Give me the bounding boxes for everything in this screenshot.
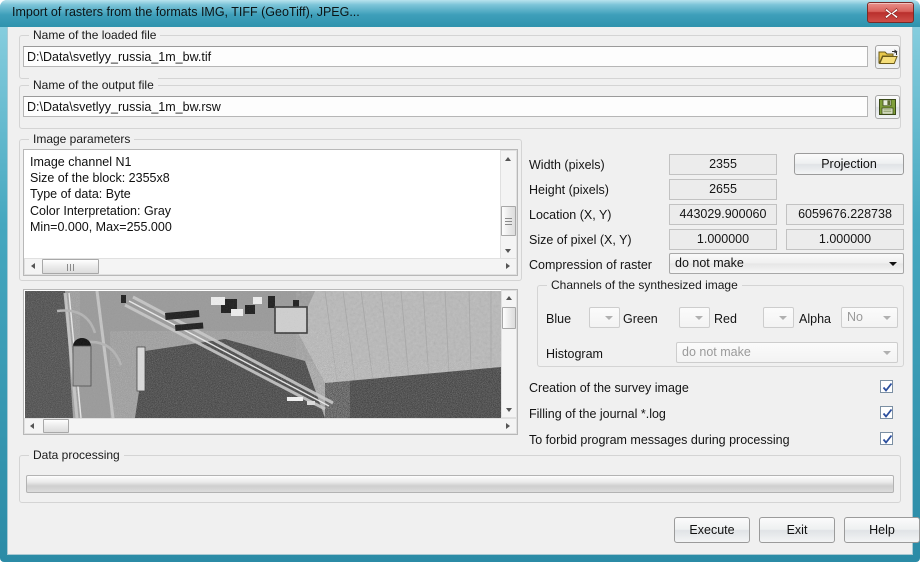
aerial-preview-image xyxy=(25,291,501,418)
green-channel-select[interactable] xyxy=(679,307,710,328)
location-label: Location (X, Y) xyxy=(529,208,612,222)
option-label-forbid-messages: To forbid program messages during proces… xyxy=(529,433,790,447)
red-channel-select[interactable] xyxy=(763,307,794,328)
param-line: Size of the block: 2355x8 xyxy=(30,171,170,186)
chevron-down-icon xyxy=(883,350,891,355)
param-line: Min=0.000, Max=255.000 xyxy=(30,219,172,234)
image-parameters-group-label: Image parameters xyxy=(29,132,135,146)
execute-button[interactable]: Execute xyxy=(674,517,750,543)
chevron-down-icon xyxy=(695,315,703,320)
chevron-down-icon xyxy=(605,315,613,320)
title-bar: Import of rasters from the formats IMG, … xyxy=(0,0,920,27)
compression-select[interactable]: do not make xyxy=(669,253,904,274)
params-scroll-thumb[interactable] xyxy=(501,206,516,236)
preview-scroll-right-arrow[interactable] xyxy=(502,419,516,433)
aerial-photo-graphic xyxy=(25,291,501,418)
blue-channel-label: Blue xyxy=(546,312,572,326)
scroll-up-arrow[interactable] xyxy=(501,151,516,166)
output-file-input[interactable]: D:\Data\svetlyy_russia_1m_bw.rsw xyxy=(23,96,868,117)
compression-label: Compression of raster xyxy=(529,258,652,272)
preview-scroll-up-arrow[interactable] xyxy=(502,291,516,305)
chevron-down-icon xyxy=(889,261,897,266)
param-line: Color Interpretation: Gray xyxy=(30,203,172,218)
height-label: Height (pixels) xyxy=(529,183,609,197)
location-y-value[interactable]: 6059676.228738 xyxy=(786,204,904,225)
save-output-file-button[interactable] xyxy=(875,95,900,119)
check-icon xyxy=(882,434,893,444)
checkbox-filling-of-journal-log[interactable] xyxy=(880,406,893,419)
dialog-client-area: Name of the loaded file D:\Data\svetlyy_… xyxy=(7,27,920,555)
param-line: Type of data: Byte xyxy=(30,187,131,202)
histogram-select[interactable]: do not make xyxy=(676,342,898,363)
check-icon xyxy=(882,408,893,418)
width-value[interactable]: 2355 xyxy=(669,154,777,175)
image-parameters-listbox[interactable]: Image channel N1 Size of the block: 2355… xyxy=(23,149,518,276)
param-line: Image channel N1 xyxy=(30,155,132,169)
option-label-survey-image: Creation of the survey image xyxy=(529,381,689,395)
data-processing-group-label: Data processing xyxy=(29,448,124,462)
pixel-size-label: Size of pixel (X, Y) xyxy=(529,233,632,247)
scroll-down-arrow[interactable] xyxy=(501,244,516,259)
close-button[interactable] xyxy=(867,2,914,23)
help-button[interactable]: Help xyxy=(844,517,920,543)
channels-group-label: Channels of the synthesized image xyxy=(547,278,742,292)
alpha-channel-value: No xyxy=(847,310,863,324)
projection-button[interactable]: Projection xyxy=(794,153,904,175)
close-icon xyxy=(884,8,899,19)
browse-loaded-file-button[interactable] xyxy=(875,45,900,69)
image-parameters-lines: Image channel N1 Size of the block: 2355… xyxy=(24,154,498,235)
checkbox-forbid-program-messages[interactable] xyxy=(880,432,893,445)
histogram-value: do not make xyxy=(682,345,751,359)
window-title: Import of rasters from the formats IMG, … xyxy=(12,5,360,19)
histogram-label: Histogram xyxy=(546,347,603,361)
floppy-disk-save-icon xyxy=(879,99,896,115)
chevron-down-icon xyxy=(883,315,891,320)
blue-channel-select[interactable] xyxy=(589,307,620,328)
scroll-right-arrow[interactable] xyxy=(501,259,516,274)
height-value[interactable]: 2655 xyxy=(669,179,777,200)
alpha-channel-select[interactable]: No xyxy=(841,307,898,328)
params-horizontal-scrollbar[interactable] xyxy=(24,258,517,275)
pixel-size-y-value[interactable]: 1.000000 xyxy=(786,229,904,250)
image-preview-frame[interactable] xyxy=(23,289,518,435)
alpha-channel-label: Alpha xyxy=(799,312,831,326)
preview-scroll-thumb[interactable] xyxy=(502,307,516,329)
checkbox-creation-of-survey-image[interactable] xyxy=(880,380,893,393)
output-file-group-label: Name of the output file xyxy=(29,78,158,92)
preview-horizontal-scrollbar[interactable] xyxy=(24,418,517,434)
preview-scroll-thumb-h[interactable] xyxy=(43,419,69,433)
green-channel-label: Green xyxy=(623,312,658,326)
exit-button[interactable]: Exit xyxy=(759,517,835,543)
data-processing-progress-bar xyxy=(26,475,894,493)
params-vertical-scrollbar[interactable] xyxy=(500,150,517,260)
dialog-window: Import of rasters from the formats IMG, … xyxy=(0,0,920,562)
loaded-file-input[interactable]: D:\Data\svetlyy_russia_1m_bw.tif xyxy=(23,46,868,67)
width-label: Width (pixels) xyxy=(529,158,605,172)
red-channel-label: Red xyxy=(714,312,737,326)
chevron-down-icon xyxy=(779,315,787,320)
preview-scroll-left-arrow[interactable] xyxy=(25,419,39,433)
params-scroll-thumb-h[interactable] xyxy=(42,259,99,274)
preview-scroll-down-arrow[interactable] xyxy=(502,403,516,417)
preview-vertical-scrollbar[interactable] xyxy=(501,290,517,418)
check-icon xyxy=(882,382,893,392)
loaded-file-group-label: Name of the loaded file xyxy=(29,28,161,42)
scroll-left-arrow[interactable] xyxy=(25,259,40,274)
option-label-journal-log: Filling of the journal *.log xyxy=(529,407,666,421)
compression-selected-value: do not make xyxy=(675,256,744,270)
location-x-value[interactable]: 443029.900060 xyxy=(669,204,777,225)
pixel-size-x-value[interactable]: 1.000000 xyxy=(669,229,777,250)
open-folder-icon xyxy=(878,49,898,64)
